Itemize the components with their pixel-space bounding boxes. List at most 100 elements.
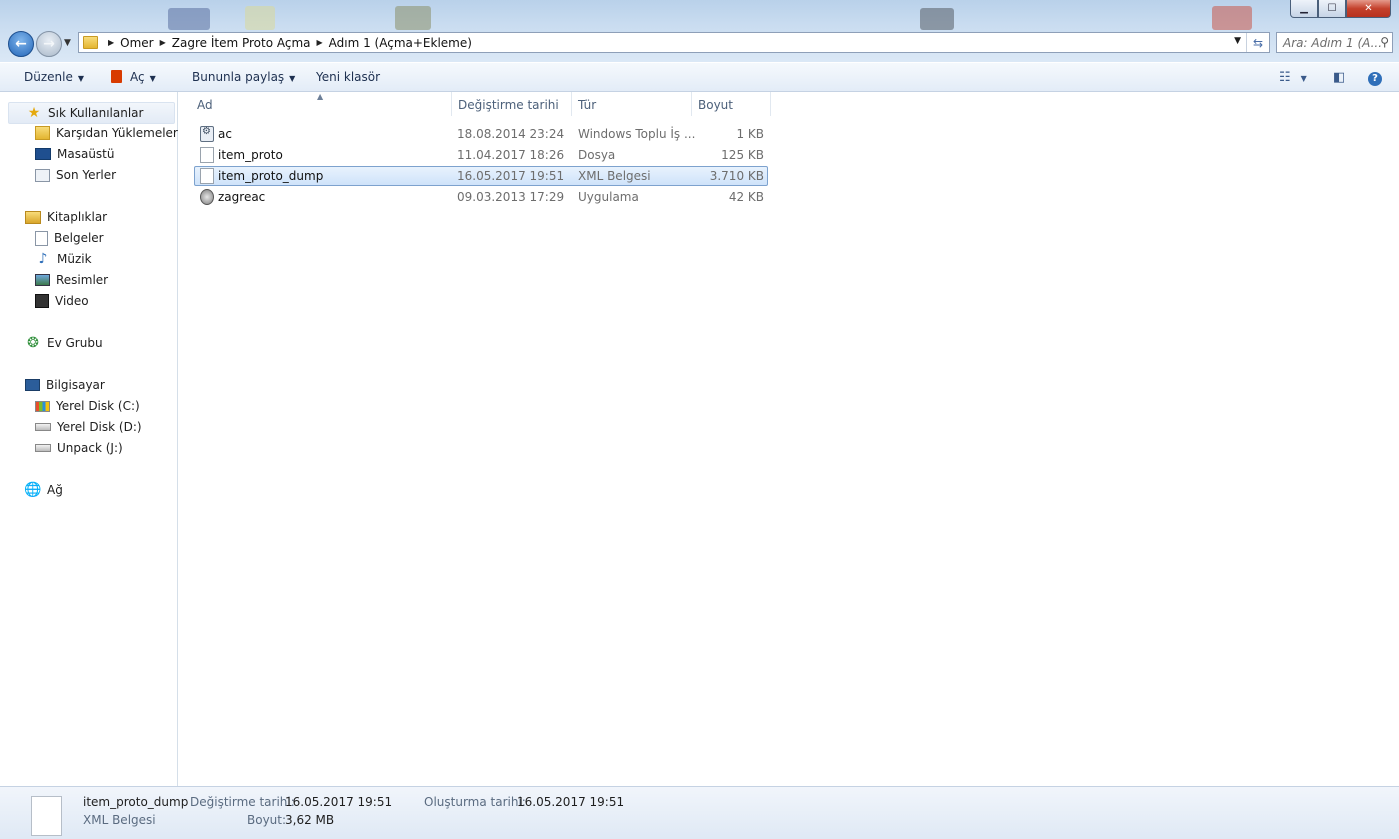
network-icon: 🌐: [24, 482, 42, 498]
column-header-modified[interactable]: Değiştirme tarihi: [458, 98, 559, 112]
chevron-down-icon: ▼: [77, 74, 85, 83]
chevron-down-icon: ▼: [1300, 74, 1307, 83]
sidebar-item-network[interactable]: 🌐 Ağ: [24, 480, 63, 500]
background-blur: [920, 8, 954, 30]
file-name: zagreac: [218, 190, 266, 204]
pictures-icon: [35, 274, 50, 286]
file-size: 125 KB: [721, 148, 764, 162]
chevron-right-icon[interactable]: ▶: [160, 38, 166, 47]
chevron-right-icon[interactable]: ▶: [108, 38, 114, 47]
sidebar-item-libraries[interactable]: Kitaplıklar: [25, 207, 107, 227]
sidebar-item-label: Müzik: [57, 252, 92, 266]
file-type: Dosya: [578, 148, 616, 162]
navigation-pane: ★ Sık Kullanılanlar Karşıdan Yüklemeler M…: [0, 92, 178, 786]
details-file-name: item_proto_dump: [83, 795, 189, 809]
preview-pane-button[interactable]: ◧: [1333, 70, 1345, 85]
star-icon: ★: [27, 105, 41, 121]
view-list-icon: ☷: [1279, 70, 1291, 85]
sidebar-item-label: Belgeler: [54, 231, 104, 245]
open-button[interactable]: Aç ▼: [111, 70, 156, 84]
details-modified-label: Değiştirme tarihi:: [190, 795, 295, 809]
computer-icon: [25, 379, 40, 391]
details-created-value: 16.05.2017 19:51: [517, 795, 625, 809]
file-row-item-proto[interactable]: item_proto 11.04.2017 18:26 Dosya 125 KB: [194, 145, 768, 165]
chevron-down-icon: ▼: [149, 74, 156, 83]
column-header-size[interactable]: Boyut: [698, 98, 733, 112]
address-bar[interactable]: ▶ Omer ▶ Zagre İtem Proto Açma ▶ Adım 1 …: [78, 32, 1270, 53]
sidebar-item-desktop[interactable]: Masaüstü: [35, 144, 114, 164]
sidebar-item-homegroup[interactable]: ❂ Ev Grubu: [25, 333, 102, 353]
sidebar-item-downloads[interactable]: Karşıdan Yüklemeler: [35, 123, 178, 143]
change-view-button[interactable]: ☷ ▼: [1279, 70, 1307, 85]
column-divider[interactable]: [451, 92, 452, 116]
details-pane: item_proto_dump XML Belgesi Değiştirme t…: [0, 786, 1399, 839]
command-bar: Düzenle ▼ Aç ▼ Bununla paylaş ▼ Yeni klasör…: [0, 62, 1399, 92]
file-row-item-proto-dump[interactable]: item_proto_dump 16.05.2017 19:51 XML Bel…: [194, 166, 768, 186]
share-button[interactable]: Bununla paylaş ▼: [192, 70, 295, 84]
file-type: XML Belgesi: [578, 169, 651, 183]
breadcrumb-zagre[interactable]: Zagre İtem Proto Açma: [172, 36, 311, 50]
back-button[interactable]: ←: [8, 31, 34, 57]
sidebar-item-video[interactable]: Video: [35, 291, 89, 311]
column-header-name[interactable]: Ad: [197, 98, 213, 112]
sidebar-item-documents[interactable]: Belgeler: [35, 228, 104, 248]
forward-button[interactable]: →: [36, 31, 62, 57]
help-button[interactable]: ?: [1368, 70, 1382, 86]
organize-button[interactable]: Düzenle ▼: [24, 70, 84, 84]
batch-file-icon: [200, 126, 214, 142]
libraries-icon: [25, 210, 41, 224]
minimize-button[interactable]: ▁: [1290, 0, 1318, 18]
office-icon: [111, 70, 122, 83]
close-button[interactable]: ✕: [1346, 0, 1391, 18]
sidebar-item-label: Kitaplıklar: [47, 210, 108, 224]
sidebar-item-label: Video: [55, 294, 89, 308]
file-row-zagreac[interactable]: zagreac 09.03.2013 17:29 Uygulama 42 KB: [194, 187, 768, 207]
column-header-type[interactable]: Tür: [578, 98, 596, 112]
desktop-icon: [35, 148, 51, 160]
application-icon: [200, 189, 214, 205]
new-folder-button[interactable]: Yeni klasör: [316, 70, 380, 84]
breadcrumb-omer[interactable]: Omer: [120, 36, 153, 50]
recent-pages-dropdown[interactable]: ▼: [64, 38, 71, 48]
address-dropdown-icon[interactable]: ▼: [1234, 36, 1241, 46]
sidebar-item-computer[interactable]: Bilgisayar: [25, 375, 105, 395]
sidebar-item-drive-d[interactable]: Yerel Disk (D:): [35, 417, 142, 437]
file-modified: 09.03.2013 17:29: [457, 190, 565, 204]
window-titlebar: ▁ ☐ ✕ ← → ▼ ▶ Omer ▶ Zagre İtem Proto Aç…: [0, 0, 1399, 62]
sidebar-item-drive-c[interactable]: Yerel Disk (C:): [35, 396, 140, 416]
sidebar-item-favorites[interactable]: ★ Sık Kullanılanlar: [8, 102, 175, 124]
sidebar-item-drive-j[interactable]: Unpack (J:): [35, 438, 123, 458]
file-size: 1 KB: [736, 127, 764, 141]
sidebar-item-music[interactable]: ♪ Müzik: [35, 249, 92, 269]
column-divider[interactable]: [571, 92, 572, 116]
sidebar-item-pictures[interactable]: Resimler: [35, 270, 108, 290]
file-name: item_proto_dump: [218, 169, 324, 183]
search-input[interactable]: Ara: Adım 1 (A... ⚲: [1276, 32, 1393, 53]
file-size: 3.710 KB: [709, 169, 764, 183]
sidebar-item-label: Karşıdan Yüklemeler: [56, 126, 178, 140]
maximize-button[interactable]: ☐: [1318, 0, 1346, 18]
column-divider[interactable]: [691, 92, 692, 116]
sidebar-item-recent-places[interactable]: Son Yerler: [35, 165, 116, 185]
sidebar-item-label: Yerel Disk (D:): [57, 420, 142, 434]
file-modified: 11.04.2017 18:26: [457, 148, 565, 162]
background-blur: [168, 8, 210, 30]
search-icon[interactable]: ⚲: [1380, 35, 1389, 49]
column-divider[interactable]: [770, 92, 771, 116]
sidebar-item-label: Sık Kullanılanlar: [48, 106, 144, 120]
file-row-ac[interactable]: ac 18.08.2014 23:24 Windows Toplu İş ...…: [194, 124, 768, 144]
breadcrumb-adim1[interactable]: Adım 1 (Açma+Ekleme): [329, 36, 472, 50]
music-icon: ♪: [38, 251, 48, 267]
chevron-right-icon[interactable]: ▶: [317, 38, 323, 47]
sidebar-item-label: Unpack (J:): [57, 441, 123, 455]
xml-file-icon: [200, 168, 214, 184]
file-name: ac: [218, 127, 232, 141]
file-type: Uygulama: [578, 190, 639, 204]
refresh-icon[interactable]: ⇆: [1246, 33, 1269, 52]
chevron-down-icon: ▼: [289, 74, 296, 83]
drive-icon: [35, 423, 51, 431]
details-created-label: Oluşturma tarihi:: [424, 795, 526, 809]
file-size: 42 KB: [728, 190, 764, 204]
sidebar-item-label: Yerel Disk (C:): [56, 399, 140, 413]
folder-icon: [83, 36, 98, 49]
